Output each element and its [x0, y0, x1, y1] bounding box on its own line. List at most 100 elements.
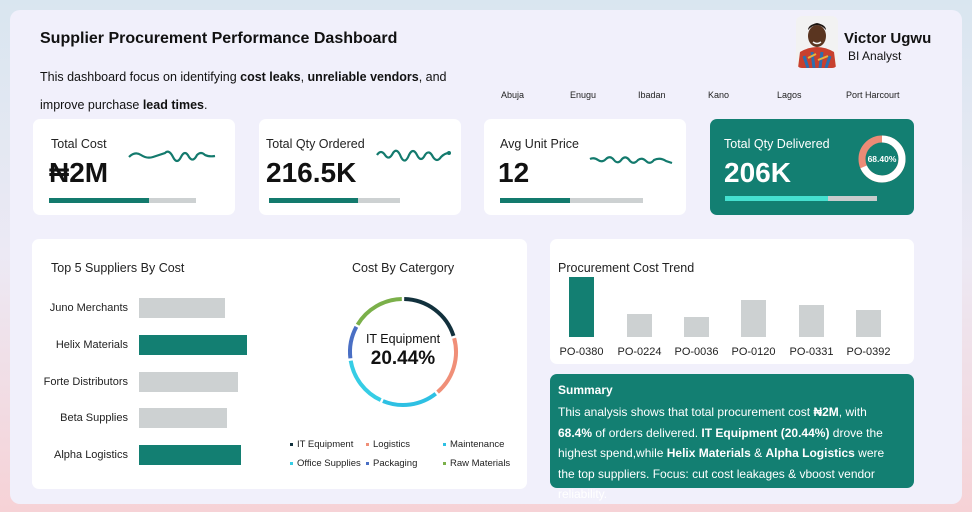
kpi-label: Avg Unit Price — [500, 137, 579, 151]
legend-label: Raw Materials — [450, 458, 511, 469]
po-bar[interactable] — [741, 299, 766, 337]
po-bar[interactable] — [856, 310, 881, 337]
kpi-progress-track — [500, 198, 643, 203]
user-profile: Victor Ugwu BI Analyst — [796, 16, 956, 72]
po-label: PO-0380 — [559, 346, 604, 358]
po-label: PO-0224 — [617, 346, 662, 358]
supplier-label: Forte Distributors — [43, 376, 128, 388]
kpi-card-total-cost: Total Cost ₦2M — [33, 119, 235, 215]
kpi-card-total-qty-ordered: Total Qty Ordered 216.5K — [259, 119, 461, 215]
summary-text-segment: of orders delivered. — [592, 425, 702, 440]
sparkline — [589, 156, 673, 165]
city-filter-button[interactable]: Abuja — [501, 90, 524, 100]
desc-text: This dashboard focus on identifying — [40, 70, 241, 84]
legend-swatch — [366, 442, 369, 446]
po-bar[interactable] — [627, 314, 652, 337]
kpi-value: 216.5K — [266, 157, 357, 188]
city-filter-button[interactable]: Enugu — [570, 90, 596, 100]
page-title: Supplier Procurement Performance Dashboa… — [40, 30, 398, 47]
supplier-label: Helix Materials — [55, 339, 128, 351]
kpi-progress-fill — [269, 198, 359, 203]
supplier-label: Alpha Logistics — [54, 449, 128, 461]
po-label: PO-0120 — [731, 346, 776, 358]
legend-label: Office Supplies — [297, 458, 361, 469]
supplier-bar[interactable] — [139, 408, 227, 428]
city-filter-button[interactable]: Port Harcourt — [846, 90, 900, 100]
kpi-progress-track — [49, 198, 196, 203]
kpi-card-avg-unit-price: Avg Unit Price 12 — [484, 119, 686, 215]
legend-label: Logistics — [373, 439, 410, 450]
po-bar[interactable] — [799, 304, 824, 337]
legend-swatch — [443, 442, 446, 446]
po-label: PO-0036 — [674, 346, 719, 358]
kpi-label: Total Qty Delivered — [724, 137, 830, 151]
legend-item[interactable]: Packaging — [366, 458, 417, 469]
summary-highlight: ₦2M — [813, 405, 839, 419]
kpi-value: 12 — [498, 157, 530, 188]
legend-swatch — [290, 461, 293, 465]
legend-swatch — [290, 442, 293, 446]
legend-label: IT Equipment — [297, 439, 354, 450]
city-slicer: Abuja Enugu Ibadan Kano Lagos Port Harco… — [486, 90, 926, 104]
supplier-bar[interactable] — [139, 335, 247, 355]
legend-item[interactable]: IT Equipment — [290, 439, 353, 450]
desc-highlight: unreliable vendors — [307, 70, 419, 84]
desc-text: . — [203, 98, 208, 112]
donut-center-value: 20.44% — [370, 348, 436, 369]
user-role: BI Analyst — [848, 49, 902, 63]
supplier-bar[interactable] — [139, 445, 241, 465]
supplier-label: Juno Merchants — [49, 302, 128, 314]
legend-item[interactable]: Logistics — [366, 439, 410, 450]
user-name: Victor Ugwu — [844, 30, 932, 47]
kpi-label: Total Qty Ordered — [266, 137, 365, 151]
legend-label: Maintenance — [450, 439, 505, 450]
category-chart-title: Cost By Catergory — [352, 261, 455, 275]
kpi-progress-fill — [49, 198, 149, 203]
city-filter-button[interactable]: Ibadan — [638, 90, 666, 100]
legend-swatch — [443, 461, 446, 465]
summary-text-segment: & — [750, 446, 766, 460]
summary-highlight: Alpha Logistics — [765, 446, 855, 460]
po-bar[interactable] — [569, 277, 594, 337]
supplier-bar[interactable] — [139, 298, 225, 318]
dashboard-description: This dashboard focus on identifying cost… — [40, 63, 460, 119]
desc-highlight: lead times — [142, 98, 204, 112]
summary-highlight: 68.4% — [558, 425, 593, 440]
po-label: PO-0331 — [789, 346, 834, 358]
supplier-label: Beta Supplies — [60, 412, 128, 424]
delivery-rate-donut: 68.40% — [858, 135, 906, 183]
trend-chart-title: Procurement Cost Trend — [558, 261, 695, 275]
kpi-progress-fill — [725, 196, 829, 201]
legend-swatch — [366, 461, 369, 465]
summary-highlight: Helix Materials — [666, 446, 751, 460]
summary-title: Summary — [558, 383, 613, 397]
donut-center-label: IT Equipment — [365, 332, 441, 346]
donut-percent-label: 68.40% — [868, 154, 897, 164]
kpi-card-total-qty-delivered: Total Qty Delivered 206K 68.40% — [710, 119, 914, 215]
category-slice[interactable] — [404, 297, 456, 337]
desc-highlight: cost leaks — [240, 70, 301, 84]
sparkline — [128, 150, 216, 163]
city-filter-button[interactable]: Kano — [708, 90, 729, 100]
kpi-progress-track — [725, 196, 877, 201]
kpi-label: Total Cost — [51, 137, 107, 151]
legend-item[interactable]: Raw Materials — [443, 458, 510, 469]
po-label: PO-0392 — [846, 346, 891, 358]
po-bar[interactable] — [684, 317, 709, 337]
supplier-bar[interactable] — [139, 372, 238, 392]
city-filter-button[interactable]: Lagos — [777, 90, 802, 100]
kpi-progress-fill — [500, 198, 571, 203]
summary-highlight: IT Equipment (20.44%) — [701, 425, 830, 440]
sparkline — [376, 149, 451, 162]
summary-text: This analysis shows that total procureme… — [558, 402, 904, 505]
category-slice[interactable] — [355, 297, 402, 326]
legend-item[interactable]: Office Supplies — [290, 458, 361, 469]
category-slice[interactable] — [382, 392, 437, 407]
summary-text-segment: , with — [838, 405, 867, 419]
legend-item[interactable]: Maintenance — [443, 439, 504, 450]
kpi-value: 206K — [724, 157, 791, 188]
kpi-progress-track — [269, 198, 400, 203]
desc-text: , — [300, 70, 308, 84]
avatar — [796, 16, 838, 68]
legend-label: Packaging — [373, 458, 418, 469]
